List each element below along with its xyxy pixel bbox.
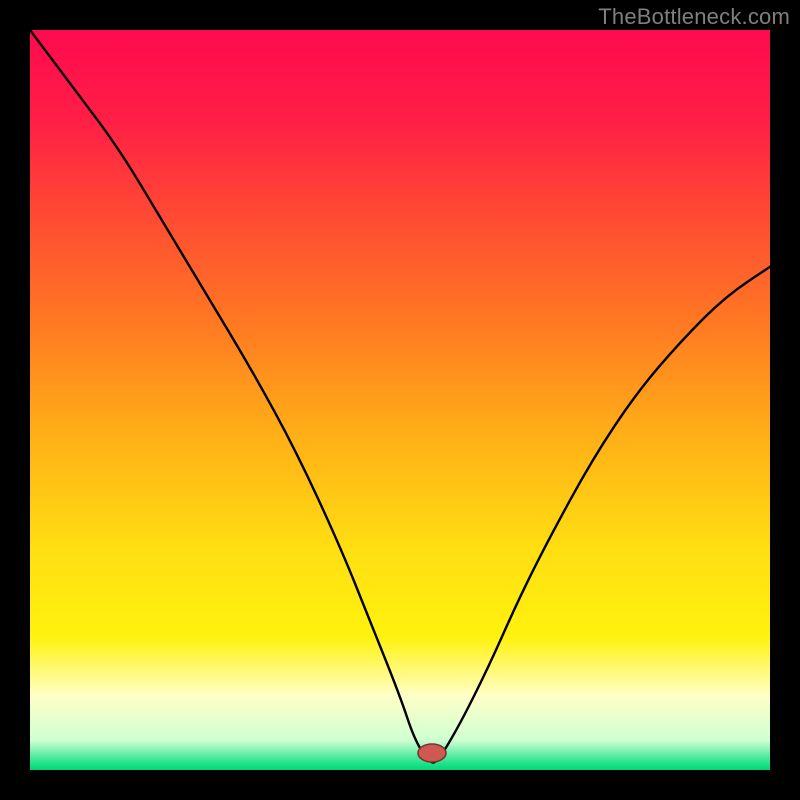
bottleneck-chart <box>0 0 800 800</box>
plot-background <box>30 30 770 770</box>
chart-stage: TheBottleneck.com <box>0 0 800 800</box>
watermark-label: TheBottleneck.com <box>598 4 790 30</box>
optimum-marker <box>418 744 446 762</box>
